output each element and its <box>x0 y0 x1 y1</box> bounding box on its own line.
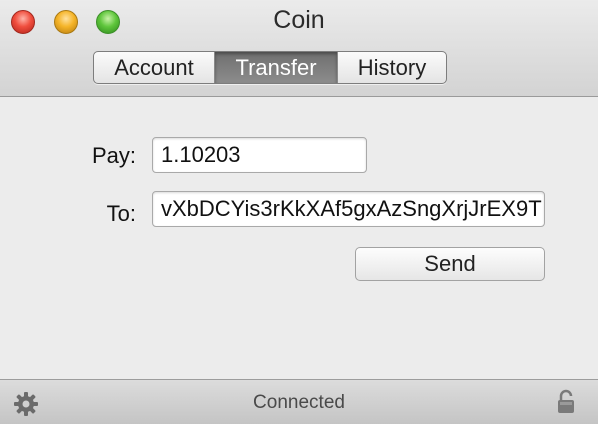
send-button[interactable]: Send <box>355 247 545 281</box>
pay-label: Pay: <box>91 143 136 168</box>
app-window: Coin Account Transfer History Pay: 1.102… <box>0 0 598 424</box>
connection-status: Connected <box>253 392 345 413</box>
transfer-panel: Pay: 1.10203 To: vXbDCYis3rKkXAf5gxAzSng… <box>0 97 598 379</box>
titlebar: Coin Account Transfer History <box>0 0 598 97</box>
lock-icon[interactable] <box>556 388 576 416</box>
window-title: Coin <box>273 6 325 34</box>
tab-transfer[interactable]: Transfer <box>215 52 338 83</box>
tab-bar: Account Transfer History <box>93 51 447 84</box>
to-label: To: <box>106 201 136 226</box>
pay-amount-field[interactable]: 1.10203 <box>152 137 367 173</box>
tab-account[interactable]: Account <box>94 52 215 83</box>
status-bar: Connected <box>0 379 598 424</box>
to-address-field[interactable]: vXbDCYis3rKkXAf5gxAzSngXrjJrEX9T <box>152 191 545 227</box>
tab-history[interactable]: History <box>338 52 446 83</box>
